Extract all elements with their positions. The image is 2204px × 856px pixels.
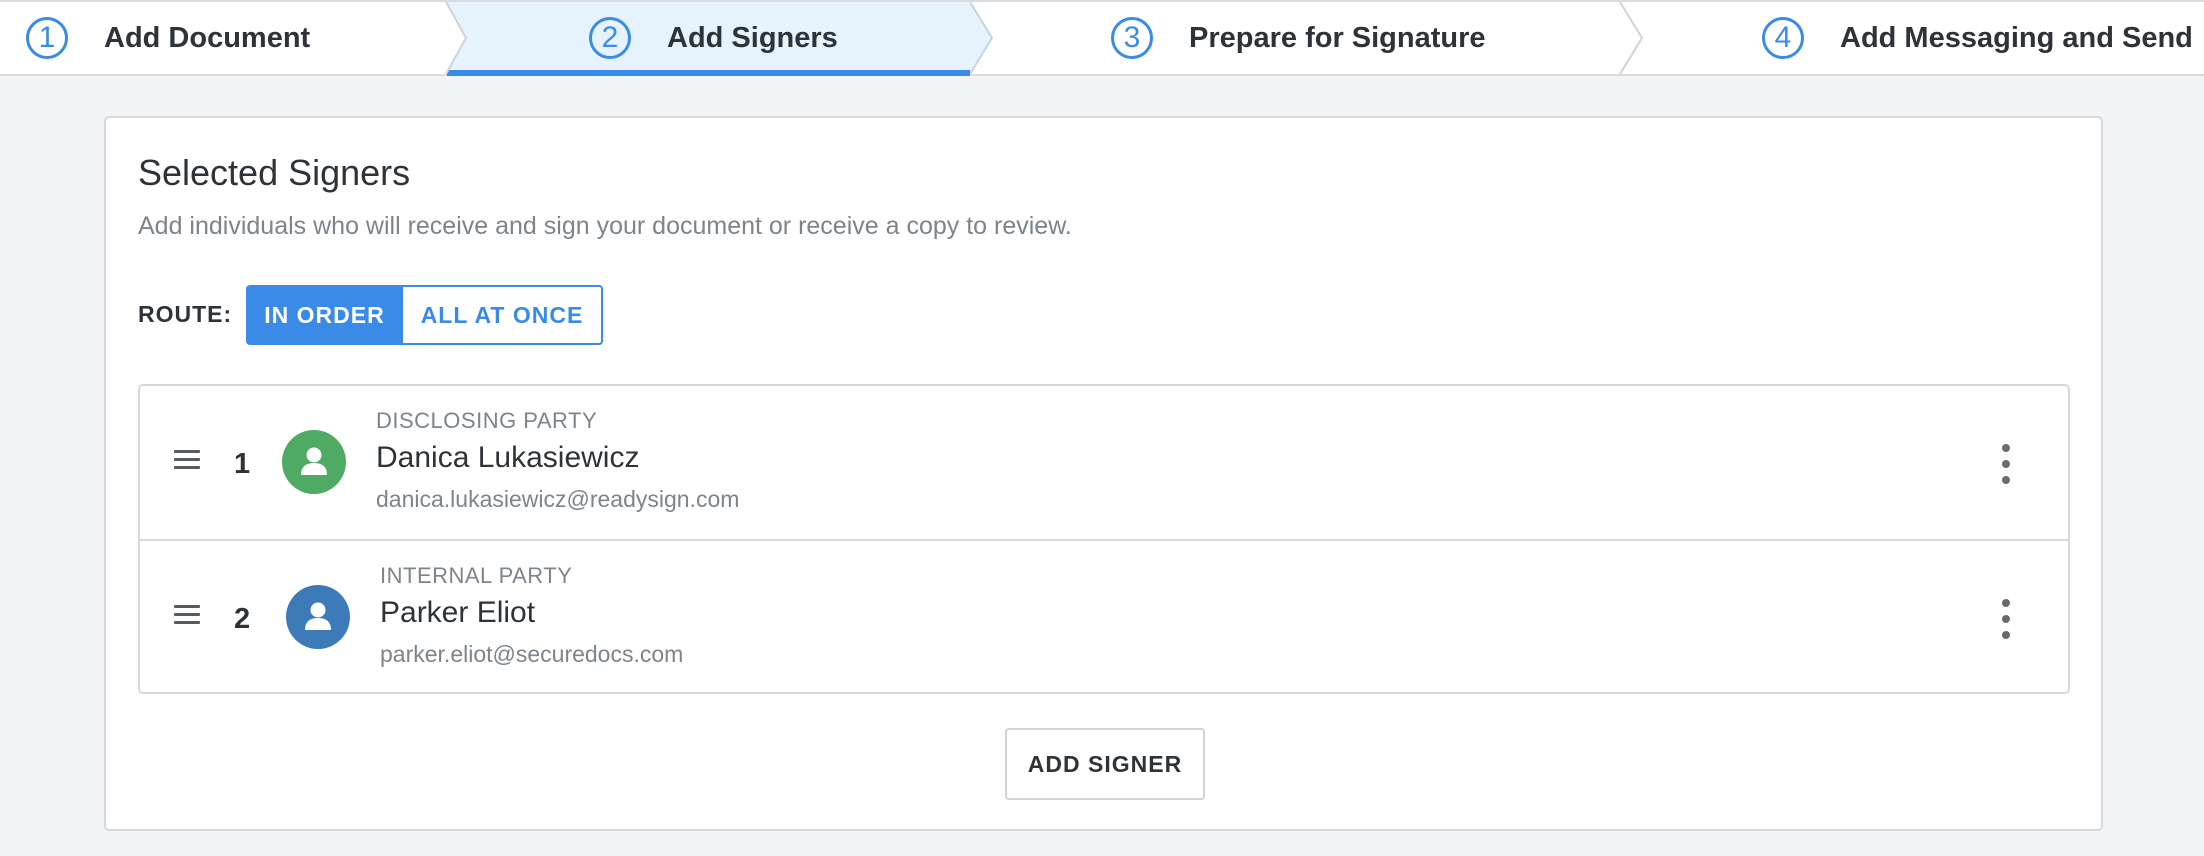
user-icon — [301, 447, 327, 475]
route-all-at-once-button[interactable]: ALL AT ONCE — [403, 285, 603, 345]
step-label-prepare-for-signature: Prepare for Signature — [1189, 21, 1486, 54]
signer-list: 1 DISCLOSING PARTY Danica Lukasiewicz da… — [138, 384, 2070, 694]
step-label-add-signers: Add Signers — [667, 21, 838, 54]
step-prepare-for-signature[interactable]: 3 Prepare for Signature — [1111, 2, 1611, 74]
selected-signers-card: Selected Signers Add individuals who wil… — [104, 116, 2103, 831]
step-separator-chevron — [1619, 2, 1644, 74]
card-title: Selected Signers — [138, 152, 411, 193]
route-in-order-button[interactable]: IN ORDER — [246, 285, 403, 345]
drag-handle-icon[interactable] — [174, 450, 200, 470]
step-number-1: 1 — [26, 17, 68, 59]
avatar — [286, 585, 350, 649]
step-label-add-document: Add Document — [104, 21, 311, 54]
signer-role: INTERNAL PARTY — [380, 563, 573, 588]
step-number-4: 4 — [1762, 17, 1804, 59]
signer-email: danica.lukasiewicz@readysign.com — [376, 486, 740, 512]
more-options-icon[interactable] — [1998, 599, 2014, 639]
avatar — [282, 430, 346, 494]
signer-order-number: 2 — [234, 603, 251, 635]
card-subtitle: Add individuals who will receive and sig… — [138, 212, 1072, 240]
step-add-signers[interactable]: 2 Add Signers — [447, 2, 970, 76]
signer-email: parker.eliot@securedocs.com — [380, 641, 684, 667]
more-options-icon[interactable] — [1998, 444, 2014, 484]
progress-stepper: 1 Add Document 2 Add Signers 3 Prepare f… — [0, 0, 2204, 76]
signer-row: 1 DISCLOSING PARTY Danica Lukasiewicz da… — [140, 386, 2068, 539]
step-number-2: 2 — [589, 17, 631, 59]
route-label: ROUTE: — [138, 301, 233, 327]
route-toggle-group: IN ORDER ALL AT ONCE — [246, 285, 603, 345]
step-add-messaging-and-send[interactable]: 4 Add Messaging and Send — [1762, 2, 2204, 74]
step-separator-chevron — [970, 2, 994, 74]
user-icon — [305, 602, 331, 630]
drag-handle-icon[interactable] — [174, 605, 200, 625]
signer-order-number: 1 — [234, 448, 251, 480]
signer-name: Parker Eliot — [380, 596, 536, 629]
signer-name: Danica Lukasiewicz — [376, 441, 640, 474]
step-add-document[interactable]: 1 Add Document — [26, 2, 446, 74]
step-label-add-messaging-and-send: Add Messaging and Send — [1840, 21, 2193, 54]
step-number-3: 3 — [1111, 17, 1153, 59]
add-signer-button[interactable]: ADD SIGNER — [1005, 728, 1205, 800]
signer-role: DISCLOSING PARTY — [376, 408, 598, 433]
signer-row: 2 INTERNAL PARTY Parker Eliot parker.eli… — [140, 539, 2068, 694]
step-separator-chevron — [445, 2, 468, 74]
